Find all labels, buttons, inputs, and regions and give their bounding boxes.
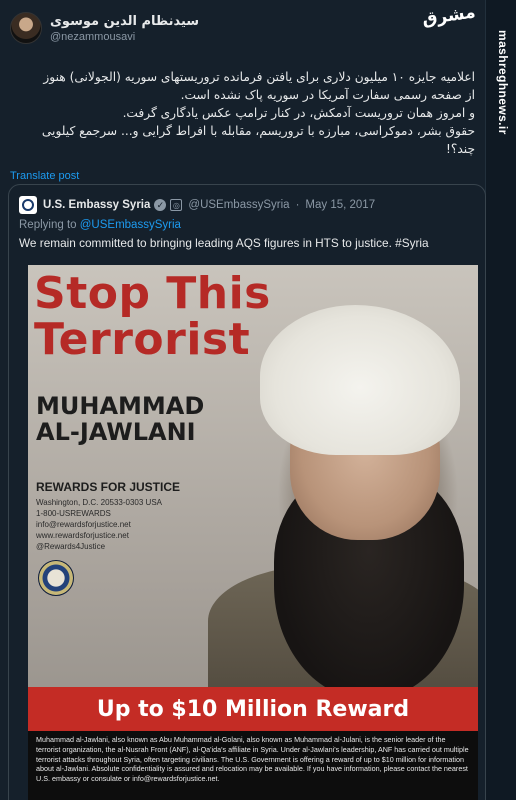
poster-fine-print: Muhammad al-Jawlani, also known as Abu M… [28, 731, 478, 800]
tweet-body-line: و امروز همان تروریست آدمکش، در کنار ترام… [122, 106, 475, 120]
poster-contact-line: 1-800-USREWARDS [36, 509, 111, 518]
watermark-strip: mashreghnews.ir [485, 0, 516, 800]
tweet-body: اعلامیه جایزه ۱۰ میلیون دلاری برای یافتن… [10, 68, 475, 158]
poster-title-line2: Terrorist [34, 314, 251, 365]
author-handle[interactable]: @nezammousavi [50, 31, 199, 43]
tweet-body-line: چند؟! [446, 142, 475, 156]
wanted-poster-image[interactable]: Stop This Terrorist MUHAMMAD AL-JAWLANI … [28, 265, 478, 800]
translate-post-link[interactable]: Translate post [10, 170, 475, 182]
state-department-seal-icon [38, 560, 74, 596]
poster-name-line2: AL-JAWLANI [36, 418, 196, 446]
quoted-date[interactable]: May 15, 2017 [305, 199, 375, 211]
poster-contact: Washington, D.C. 20533-0303 USA 1-800-US… [36, 497, 162, 552]
poster-title-line1: Stop This [34, 268, 271, 319]
replying-handle-link[interactable]: @USEmbassySyria [80, 219, 181, 231]
verified-badge-icon: ✓ [154, 199, 167, 211]
tweet-body-line: از صفحه رسمی سفارت آمریکا در سوریه پاک ن… [180, 88, 475, 102]
poster-reward-banner: Up to $10 Million Reward [28, 687, 478, 731]
poster-contact-line: www.rewardsforjustice.net [36, 531, 129, 540]
poster-contact-line: @Rewards4Justice [36, 542, 106, 551]
author-names: سیدنظام الدین موسوی @nezammousavi [50, 14, 199, 43]
quoted-text: We remain committed to bringing leading … [19, 236, 429, 250]
poster-contact-line: Washington, D.C. 20533-0303 USA [36, 498, 162, 507]
embassy-seal-icon[interactable] [19, 196, 37, 214]
tweet: سیدنظام الدین موسوی @nezammousavi اعلامی… [0, 0, 485, 182]
tweet-body-line: حقوق بشر، دموکراسی، مبارزه با تروریسم، م… [41, 124, 475, 138]
poster-org: REWARDS FOR JUSTICE [36, 480, 181, 494]
meta-separator: · [295, 199, 300, 211]
author-display-name[interactable]: سیدنظام الدین موسوی [50, 14, 199, 29]
watermark-site: mashreghnews.ir [496, 30, 510, 135]
author-avatar[interactable] [10, 12, 42, 44]
replying-to: Replying to @USEmbassySyria [19, 219, 485, 231]
poster-contact-line: info@rewardsforjustice.net [36, 520, 131, 529]
tweet-header: سیدنظام الدین موسوی @nezammousavi [10, 10, 475, 46]
quoted-handle[interactable]: @USEmbassySyria [188, 199, 289, 211]
replying-prefix: Replying to [19, 219, 77, 231]
poster-name-line1: MUHAMMAD [36, 392, 205, 420]
tweet-body-line: اعلامیه جایزه ۱۰ میلیون دلاری برای یافتن… [43, 70, 475, 84]
government-affiliation-icon: ◎ [170, 199, 183, 211]
poster-name: MUHAMMAD AL-JAWLANI [36, 393, 204, 445]
quoted-header: U.S. Embassy Syria ✓ ◎ @USEmbassySyria ·… [19, 195, 485, 215]
poster-title: Stop This Terrorist [34, 271, 271, 363]
quoted-author-name[interactable]: U.S. Embassy Syria [43, 199, 150, 211]
